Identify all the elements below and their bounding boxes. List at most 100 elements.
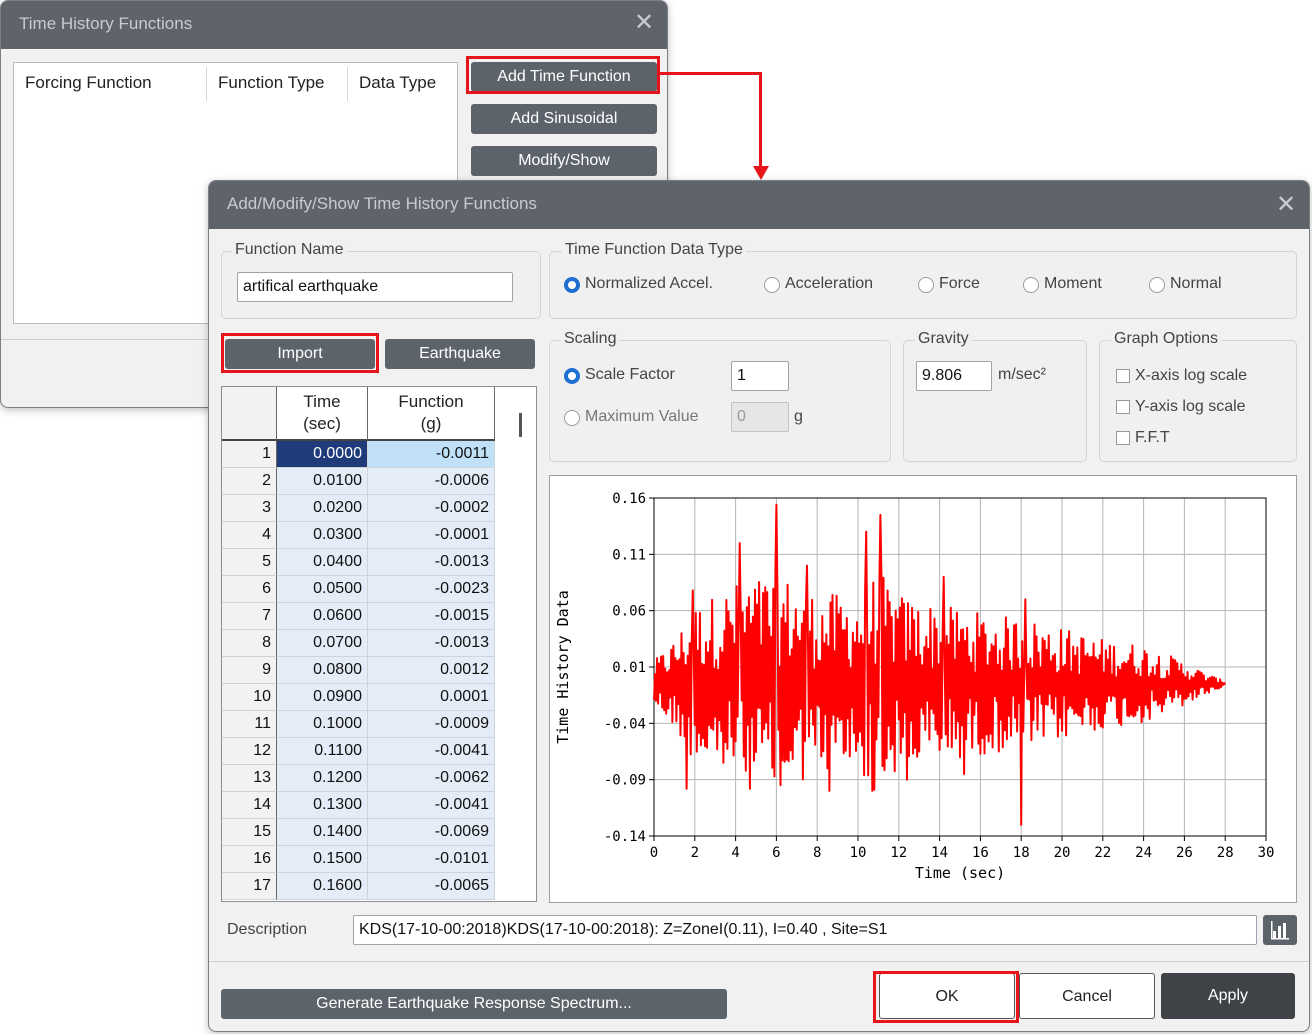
function-cell[interactable]: -0.0069 xyxy=(368,819,495,846)
radio-label-moment[interactable]: Moment xyxy=(1044,275,1102,293)
function-cell[interactable]: 0.0012 xyxy=(368,657,495,684)
row-number-cell[interactable]: 2 xyxy=(222,468,277,495)
fft-checkbox[interactable] xyxy=(1116,431,1130,445)
table-row[interactable]: 15 0.1400 -0.0069 xyxy=(222,819,495,846)
description-input[interactable] xyxy=(353,915,1257,945)
row-number-cell[interactable]: 1 xyxy=(222,441,277,468)
apply-button[interactable]: Apply xyxy=(1161,973,1295,1019)
function-cell[interactable]: -0.0013 xyxy=(368,630,495,657)
column-header-function[interactable]: Function (g) xyxy=(368,387,495,441)
add-sinusoidal-button[interactable]: Add Sinusoidal xyxy=(471,104,657,134)
time-cell[interactable]: 0.0100 xyxy=(277,468,368,495)
table-row[interactable]: 6 0.0500 -0.0023 xyxy=(222,576,495,603)
radio-maximum-value[interactable] xyxy=(564,410,580,426)
table-row[interactable]: 13 0.1200 -0.0062 xyxy=(222,765,495,792)
time-cell[interactable]: 0.0200 xyxy=(277,495,368,522)
cancel-button[interactable]: Cancel xyxy=(1019,973,1155,1019)
time-cell[interactable]: 0.1300 xyxy=(277,792,368,819)
table-row[interactable]: 7 0.0600 -0.0015 xyxy=(222,603,495,630)
row-number-cell[interactable]: 6 xyxy=(222,576,277,603)
row-number-cell[interactable]: 5 xyxy=(222,549,277,576)
table-row[interactable]: 16 0.1500 -0.0101 xyxy=(222,846,495,873)
x-axis-log-checkbox[interactable] xyxy=(1116,369,1130,383)
column-header-forcing-function[interactable]: Forcing Function xyxy=(25,73,152,93)
table-row[interactable]: 9 0.0800 0.0012 xyxy=(222,657,495,684)
close-icon[interactable]: ✕ xyxy=(1273,193,1299,219)
table-row[interactable]: 11 0.1000 -0.0009 xyxy=(222,711,495,738)
row-number-cell[interactable]: 10 xyxy=(222,684,277,711)
table-row[interactable]: 4 0.0300 -0.0001 xyxy=(222,522,495,549)
radio-label-acceleration[interactable]: Acceleration xyxy=(785,275,873,293)
function-cell[interactable]: -0.0011 xyxy=(368,441,495,468)
time-cell[interactable]: 0.1600 xyxy=(277,873,368,900)
gravity-input[interactable] xyxy=(916,361,992,391)
column-header-time[interactable]: Time (sec) xyxy=(277,387,368,441)
earthquake-button[interactable]: Earthquake xyxy=(385,339,535,369)
radio-label-force[interactable]: Force xyxy=(939,275,980,293)
function-cell[interactable]: -0.0001 xyxy=(368,522,495,549)
function-cell[interactable]: 0.0001 xyxy=(368,684,495,711)
radio-moment[interactable] xyxy=(1023,277,1039,293)
table-row[interactable]: 17 0.1600 -0.0065 xyxy=(222,873,495,900)
radio-label-normal[interactable]: Normal xyxy=(1170,275,1222,293)
table-scroll-thumb[interactable] xyxy=(519,413,522,437)
maximum-value-input[interactable] xyxy=(731,402,789,432)
row-number-cell[interactable]: 16 xyxy=(222,846,277,873)
time-cell[interactable]: 0.0300 xyxy=(277,522,368,549)
time-cell[interactable]: 0.1200 xyxy=(277,765,368,792)
table-row[interactable]: 14 0.1300 -0.0041 xyxy=(222,792,495,819)
time-function-table[interactable]: Time (sec) Function (g) 1 0.0000 -0.0011 2 0… xyxy=(221,386,537,902)
time-cell[interactable]: 0.0400 xyxy=(277,549,368,576)
table-row[interactable]: 2 0.0100 -0.0006 xyxy=(222,468,495,495)
function-cell[interactable]: -0.0062 xyxy=(368,765,495,792)
row-number-cell[interactable]: 7 xyxy=(222,603,277,630)
table-row[interactable]: 3 0.0200 -0.0002 xyxy=(222,495,495,522)
radio-force[interactable] xyxy=(918,277,934,293)
row-number-cell[interactable]: 4 xyxy=(222,522,277,549)
function-cell[interactable]: -0.0006 xyxy=(368,468,495,495)
bg-close-icon[interactable]: ✕ xyxy=(631,11,657,37)
table-row[interactable]: 10 0.0900 0.0001 xyxy=(222,684,495,711)
function-cell[interactable]: -0.0101 xyxy=(368,846,495,873)
radio-scale-factor[interactable] xyxy=(564,368,580,384)
x-axis-log-label[interactable]: X-axis log scale xyxy=(1135,367,1247,385)
function-cell[interactable]: -0.0013 xyxy=(368,549,495,576)
row-number-cell[interactable]: 12 xyxy=(222,738,277,765)
time-cell[interactable]: 0.0500 xyxy=(277,576,368,603)
column-header-function-type[interactable]: Function Type xyxy=(218,73,324,93)
table-row[interactable]: 5 0.0400 -0.0013 xyxy=(222,549,495,576)
row-number-cell[interactable]: 3 xyxy=(222,495,277,522)
function-cell[interactable]: -0.0041 xyxy=(368,792,495,819)
row-number-cell[interactable]: 13 xyxy=(222,765,277,792)
row-number-cell[interactable]: 9 xyxy=(222,657,277,684)
scale-factor-label[interactable]: Scale Factor xyxy=(585,366,675,384)
time-cell[interactable]: 0.1400 xyxy=(277,819,368,846)
function-name-input[interactable] xyxy=(237,272,513,302)
function-cell[interactable]: -0.0023 xyxy=(368,576,495,603)
radio-label-normalized-accel[interactable]: Normalized Accel. xyxy=(585,275,713,293)
row-number-cell[interactable]: 17 xyxy=(222,873,277,900)
table-row[interactable]: 12 0.1100 -0.0041 xyxy=(222,738,495,765)
time-cell[interactable]: 0.0700 xyxy=(277,630,368,657)
row-number-cell[interactable]: 11 xyxy=(222,711,277,738)
row-number-cell[interactable]: 8 xyxy=(222,630,277,657)
table-row[interactable]: 8 0.0700 -0.0013 xyxy=(222,630,495,657)
row-number-cell[interactable]: 14 xyxy=(222,792,277,819)
time-cell[interactable]: 0.0800 xyxy=(277,657,368,684)
fft-label[interactable]: F.F.T xyxy=(1135,429,1170,447)
maximum-value-label[interactable]: Maximum Value xyxy=(585,408,699,426)
scale-factor-input[interactable] xyxy=(731,361,789,391)
generate-spectrum-button[interactable]: Generate Earthquake Response Spectrum... xyxy=(221,989,727,1019)
radio-acceleration[interactable] xyxy=(764,277,780,293)
y-axis-log-checkbox[interactable] xyxy=(1116,400,1130,414)
function-cell[interactable]: -0.0009 xyxy=(368,711,495,738)
modify-show-button[interactable]: Modify/Show xyxy=(471,146,657,176)
time-cell[interactable]: 0.1000 xyxy=(277,711,368,738)
row-number-cell[interactable]: 15 xyxy=(222,819,277,846)
function-cell[interactable]: -0.0041 xyxy=(368,738,495,765)
time-cell[interactable]: 0.0000 xyxy=(277,441,368,468)
radio-normalized-accel[interactable] xyxy=(564,277,580,293)
chart-view-button[interactable] xyxy=(1263,915,1297,945)
column-header-data-type[interactable]: Data Type xyxy=(359,73,436,93)
y-axis-log-label[interactable]: Y-axis log scale xyxy=(1135,398,1246,416)
